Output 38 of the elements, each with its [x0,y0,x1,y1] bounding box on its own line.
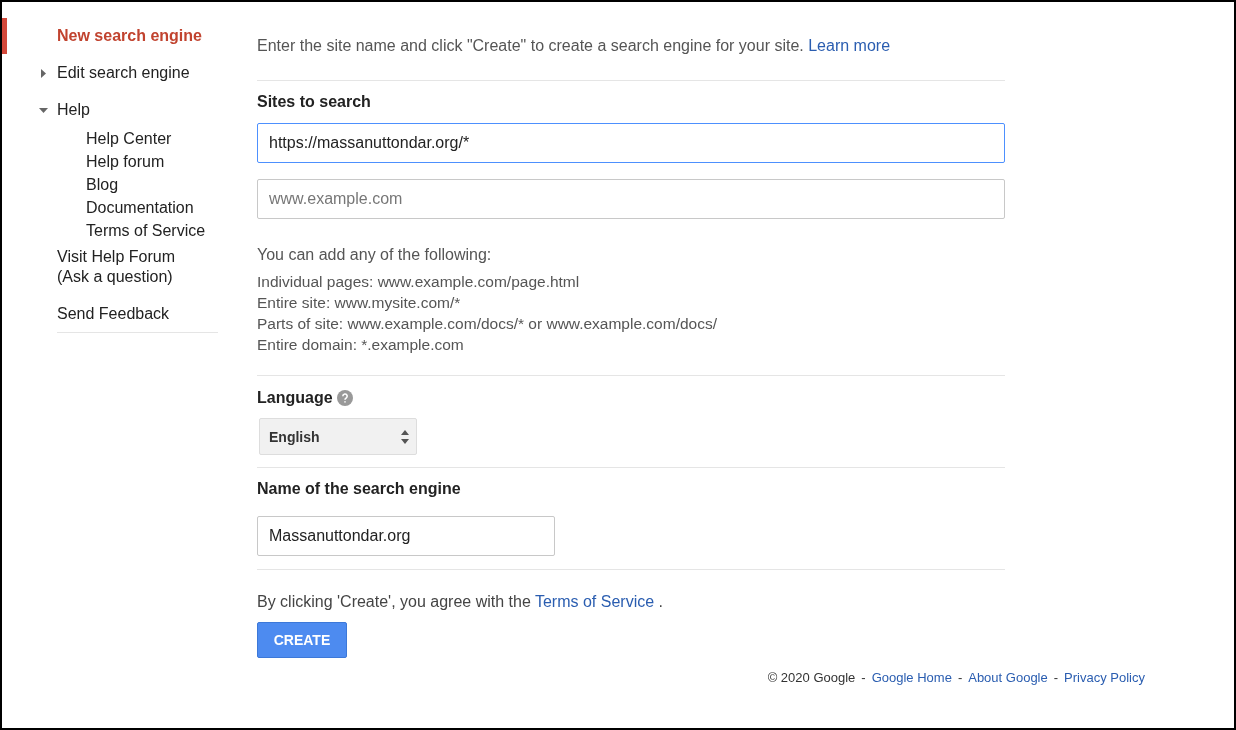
selection-bar [2,18,7,54]
help-link[interactable]: Help Center [86,127,218,150]
copyright-text: © 2020 Google [767,670,856,685]
hint-text: Parts of site: www.example.com/docs/* or www.example.com/docs/ [257,314,718,334]
footer-link[interactable]: Privacy Policy [1064,670,1145,685]
section-label: Language [257,388,333,408]
section-label: Name of the search engine [257,479,461,499]
intro-text: Enter the site name and click "Create" to create a search engine for your site. Learn more [257,36,891,56]
separator-text: - [957,670,963,685]
sidebar-item[interactable]: Send Feedback [57,304,197,324]
site-url-field[interactable]: https://massanuttondar.org/* [257,123,1005,163]
help-link[interactable]: Help forum [86,150,218,173]
hint-text: Entire site: www.mysite.com/* [257,293,462,313]
learn-more-link[interactable]: Learn more [808,37,891,54]
section-label: Sites to search [257,92,371,112]
hint-title: You can add any of the following: [257,245,493,265]
terms-link[interactable]: Terms of Service [534,593,655,610]
help-link[interactable]: Terms of Service [86,219,218,242]
footer-link[interactable]: Google Home [871,670,952,685]
help-link[interactable]: Documentation [86,196,218,219]
engine-name-field[interactable]: Massanuttondar.org [257,516,555,556]
hint-text: Individual pages: www.example.com/page.html [257,272,581,292]
language-select[interactable]: English [259,418,417,455]
caret-down-icon[interactable] [39,106,48,115]
sort-arrows-icon [400,428,410,445]
separator-text: - [1053,670,1059,685]
separator-text: - [861,670,866,685]
terms-text: By clicking 'Create', you agree with the Terms of Service . [257,592,664,612]
sidebar-item[interactable]: Help [57,100,197,120]
help-link[interactable]: Blog [86,173,218,196]
sidebar-item[interactable]: Edit search engine [57,63,197,83]
hint-text: Entire domain: *.example.com [257,335,465,355]
help-icon[interactable] [336,390,353,406]
footer-link[interactable]: About Google [968,670,1048,685]
sidebar-item[interactable]: Visit Help Forum (Ask a question) [57,247,197,287]
sidebar-item[interactable]: New search engine [57,26,218,46]
site-url-field[interactable]: www.example.com [257,179,1005,219]
caret-right-icon[interactable] [39,69,48,78]
